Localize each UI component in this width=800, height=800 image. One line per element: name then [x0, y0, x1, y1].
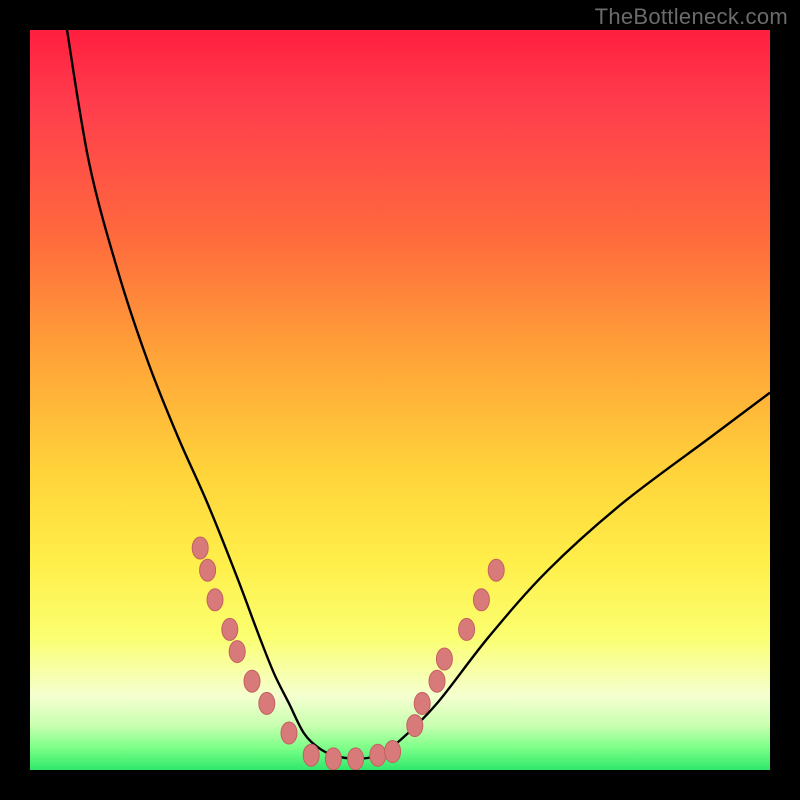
curve-marker	[370, 744, 386, 766]
curve-marker	[407, 715, 423, 737]
bottleneck-curve	[67, 30, 770, 759]
curve-marker	[207, 589, 223, 611]
figure-frame: TheBottleneck.com	[0, 0, 800, 800]
curve-marker	[229, 641, 245, 663]
curve-marker	[459, 618, 475, 640]
plot-area	[30, 30, 770, 770]
curve-marker	[222, 618, 238, 640]
curve-marker	[281, 722, 297, 744]
curve-marker	[200, 559, 216, 581]
watermark-text: TheBottleneck.com	[595, 4, 788, 30]
curve-marker	[259, 692, 275, 714]
curve-marker	[244, 670, 260, 692]
curve-markers	[192, 537, 504, 770]
curve-marker	[303, 744, 319, 766]
curve-marker	[488, 559, 504, 581]
curve-marker	[192, 537, 208, 559]
curve-marker	[436, 648, 452, 670]
curve-marker	[429, 670, 445, 692]
curve-marker	[414, 692, 430, 714]
curve-marker	[348, 748, 364, 770]
curve-marker	[473, 589, 489, 611]
curve-marker	[385, 741, 401, 763]
chart-svg	[30, 30, 770, 770]
curve-marker	[325, 748, 341, 770]
